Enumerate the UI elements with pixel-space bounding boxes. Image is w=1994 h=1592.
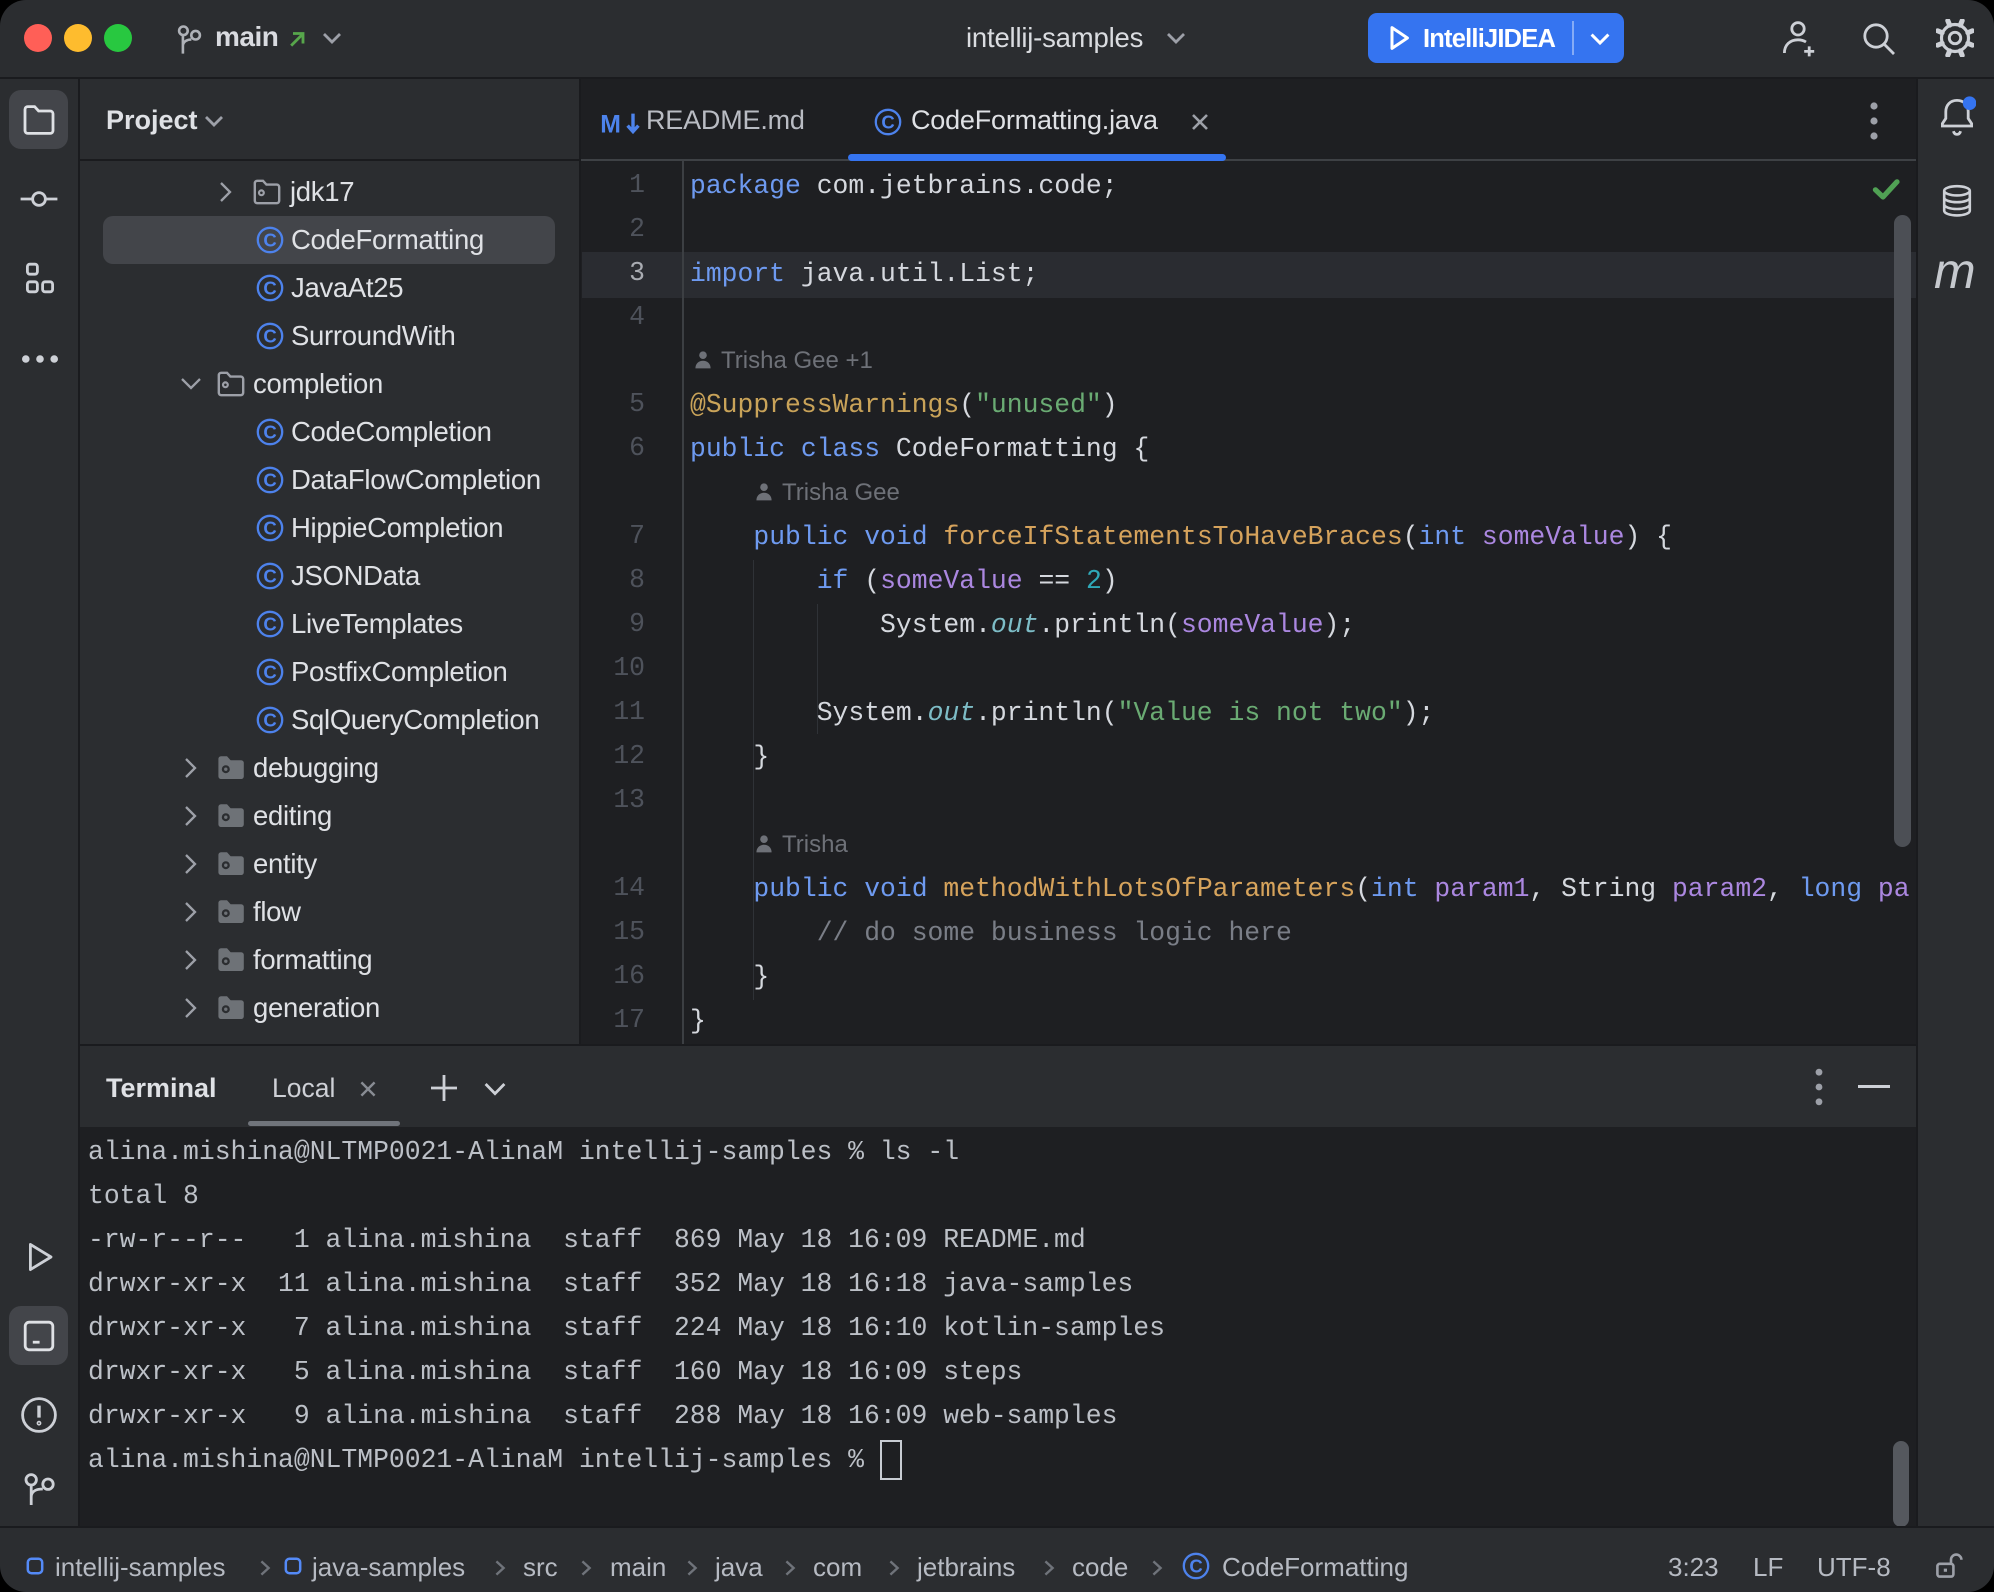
svg-text:C: C <box>263 518 276 539</box>
svg-text:C: C <box>263 422 276 443</box>
svg-text:C: C <box>263 710 276 731</box>
svg-text:C: C <box>263 470 276 491</box>
svg-text:C: C <box>263 278 276 299</box>
svg-text:C: C <box>263 326 276 347</box>
svg-text:C: C <box>263 662 276 683</box>
svg-text:C: C <box>263 230 276 251</box>
svg-text:C: C <box>1189 1556 1202 1577</box>
svg-text:C: C <box>881 112 894 133</box>
svg-text:C: C <box>263 566 276 587</box>
svg-text:M: M <box>601 111 621 138</box>
svg-text:C: C <box>263 614 276 635</box>
